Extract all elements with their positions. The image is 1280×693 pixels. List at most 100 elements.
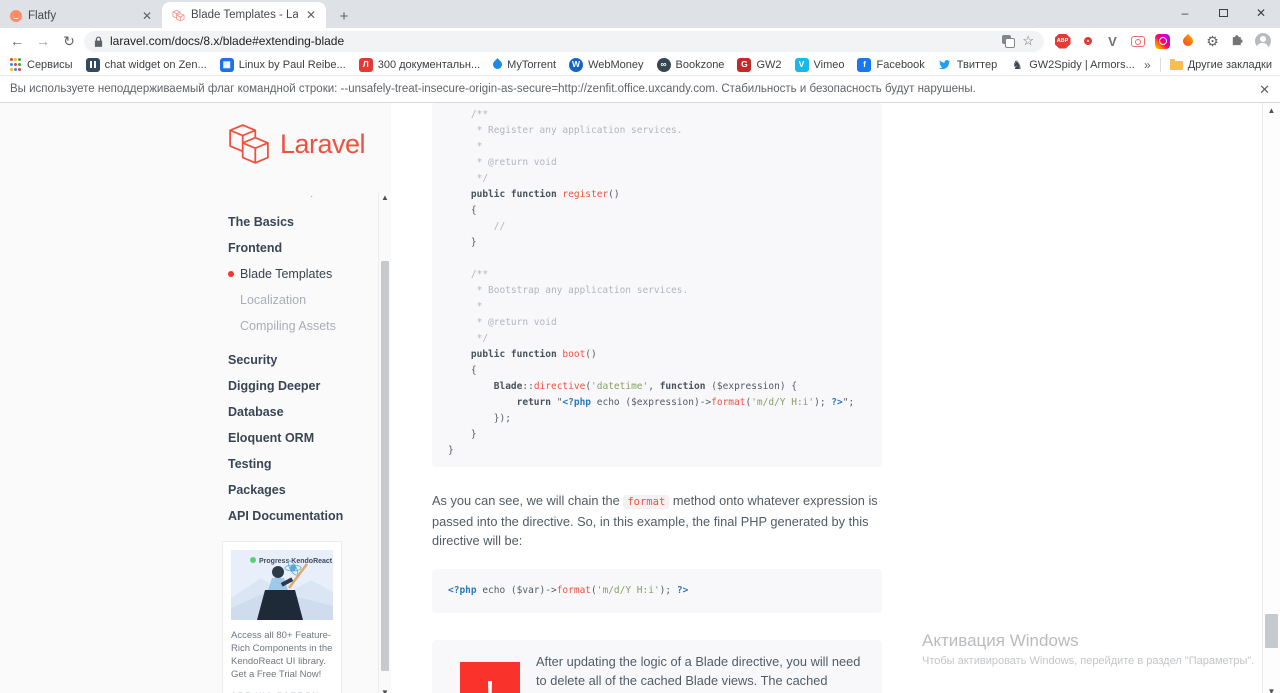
paragraph: As you can see, we will chain the format…: [432, 493, 878, 548]
bookmark-item-vimeo[interactable]: V Vimeo: [794, 57, 844, 72]
forward-button[interactable]: →: [32, 30, 54, 52]
services-favicon-icon: [8, 58, 22, 72]
bookmark-label: Facebook: [876, 58, 925, 71]
opera-extension-icon[interactable]: [1079, 33, 1096, 50]
code-line: Blade::directive('datetime', function ($…: [493, 381, 797, 392]
code-line: public function boot(): [470, 349, 597, 360]
twitter-favicon-icon: [938, 58, 952, 72]
back-button[interactable]: ←: [6, 30, 28, 52]
sidebar-item-compiling-assets[interactable]: Compiling Assets: [228, 313, 378, 339]
bookmark-item-bookzone[interactable]: ∞ Bookzone: [656, 57, 724, 72]
adblock-extension-icon[interactable]: ABP: [1054, 33, 1071, 50]
scroll-down-icon[interactable]: ▼: [379, 688, 391, 693]
translate-icon[interactable]: [1002, 34, 1016, 48]
code-line: }: [448, 429, 477, 440]
laravel-logo[interactable]: Laravel: [228, 123, 366, 166]
page-scrollbar[interactable]: ▲ ▼: [1262, 103, 1280, 693]
code-line: }: [448, 445, 454, 456]
bookmark-item-gw2spidy[interactable]: ♞ GW2Spidy | Armors...: [1010, 58, 1135, 72]
watermark-subtitle: Чтобы активировать Windows, перейдите в …: [922, 655, 1255, 667]
scrollbar-thumb[interactable]: [381, 261, 389, 671]
tab-close-icon[interactable]: ✕: [140, 9, 154, 23]
sidebar-item-the-basics[interactable]: The Basics: [228, 209, 378, 235]
code-line: /**: [448, 269, 489, 280]
exclamation-icon: !: [460, 662, 520, 693]
vpn-extension-icon[interactable]: V: [1104, 33, 1121, 50]
bookmark-item-docs-300[interactable]: Л 300 документальн...: [358, 57, 481, 72]
camera-extension-icon[interactable]: [1129, 33, 1146, 50]
other-bookmarks-folder[interactable]: Другие закладки: [1169, 59, 1272, 71]
sidebar-item-blade-templates[interactable]: Blade Templates: [228, 261, 378, 287]
linux-favicon-icon: ▦: [219, 57, 234, 72]
page-viewport: Laravel · The Basics Frontend Blade Templa…: [0, 103, 1280, 693]
sidebar-item-security[interactable]: Security: [228, 347, 378, 373]
tab-close-icon[interactable]: ✕: [304, 8, 318, 22]
bookmark-label: GW2Spidy | Armors...: [1029, 58, 1135, 71]
tab-blade-templates[interactable]: Blade Templates - Laravel - The P ✕: [162, 2, 326, 28]
bookmark-item-gw2[interactable]: G GW2: [737, 57, 782, 72]
carbon-ad[interactable]: Progress KendoReact Access all 80+ Featu…: [222, 541, 342, 693]
bookmark-item-services[interactable]: Сервисы: [8, 58, 73, 72]
code-line: /**: [448, 109, 489, 120]
main-content: /** * Register any application services.…: [432, 103, 882, 693]
bookmark-star-icon[interactable]: ☆: [1022, 33, 1034, 49]
url-input[interactable]: laravel.com/docs/8.x/blade#extending-bla…: [84, 30, 1044, 52]
sidebar-item-digging-deeper[interactable]: Digging Deeper: [228, 373, 378, 399]
code-block-result: <?php echo ($var)->format('m/d/Y H:i'); …: [432, 569, 882, 613]
sidebar-item-database[interactable]: Database: [228, 399, 378, 425]
maximize-button[interactable]: [1204, 0, 1242, 26]
scroll-down-icon[interactable]: ▼: [1263, 687, 1280, 693]
sidebar-item-api-documentation[interactable]: API Documentation: [228, 503, 378, 529]
bookmark-item-facebook[interactable]: f Facebook: [857, 57, 925, 72]
scroll-up-icon[interactable]: ▲: [1263, 106, 1280, 115]
flame-extension-icon[interactable]: [1179, 33, 1196, 50]
sidebar-item-eloquent-orm[interactable]: Eloquent ORM: [228, 425, 378, 451]
laravel-favicon-icon: [172, 9, 185, 22]
scrollbar-thumb[interactable]: [1265, 614, 1278, 648]
bookmark-item-mytorrent[interactable]: MyTorrent: [491, 58, 556, 71]
bookmarks-right: » Другие закладки: [1144, 57, 1272, 72]
folder-icon: [1169, 59, 1183, 70]
bookmark-label: GW2: [756, 58, 782, 71]
flag-warning-text: Вы используете неподдерживаемый флаг ком…: [10, 83, 976, 95]
warning-callout: ! After updating the logic of a Blade di…: [432, 640, 882, 693]
instagram-extension-icon[interactable]: [1154, 33, 1171, 50]
tab-strip: Flatfy ✕ Blade Templates - Laravel - The…: [0, 0, 1280, 28]
sidebar-item-frontend[interactable]: Frontend: [228, 235, 378, 261]
new-tab-button[interactable]: +: [332, 4, 356, 28]
sidebar-item-testing[interactable]: Testing: [228, 451, 378, 477]
overflow-chevron-icon[interactable]: »: [1144, 58, 1151, 72]
code-line: * @return void: [448, 157, 557, 168]
bookmark-label: Сервисы: [27, 58, 73, 71]
tab-flatfy[interactable]: Flatfy ✕: [0, 3, 162, 28]
bookmarks-separator: [1159, 57, 1161, 72]
code-line: <?php echo ($var)->format('m/d/Y H:i'); …: [448, 585, 689, 596]
sidebar-item-localization[interactable]: Localization: [228, 287, 378, 313]
refresh-button[interactable]: ↻: [58, 30, 80, 52]
bookmark-item-chat-widget[interactable]: chat widget on Zen...: [85, 57, 207, 72]
code-line: }: [448, 237, 477, 248]
bookmark-items: Сервисы chat widget on Zen... ▦ Linux by Pa…: [8, 57, 1136, 72]
gear-extension-icon[interactable]: ⚙: [1204, 33, 1221, 50]
code-line: });: [448, 413, 511, 424]
flag-close-icon[interactable]: ✕: [1259, 82, 1270, 98]
scroll-up-icon[interactable]: ▲: [379, 193, 391, 202]
bookmark-item-linux[interactable]: ▦ Linux by Paul Reibe...: [219, 57, 346, 72]
sidebar-scrollbar[interactable]: ▲ ▼: [378, 191, 391, 693]
warning-text: After updating the logic of a Blade dire…: [536, 654, 861, 693]
extensions-puzzle-extension-icon[interactable]: [1229, 33, 1246, 50]
bookmark-label: 300 документальн...: [377, 58, 481, 71]
close-button[interactable]: ✕: [1242, 0, 1280, 26]
laravel-wordmark: Laravel: [280, 129, 366, 159]
minimize-button[interactable]: –: [1166, 0, 1204, 26]
code-line: */: [448, 173, 489, 184]
sidebar-item-packages[interactable]: Packages: [228, 477, 378, 503]
bookmark-item-webmoney[interactable]: W WebMoney: [569, 57, 644, 72]
bookmark-item-twitter[interactable]: Твиттер: [938, 58, 997, 72]
mytorrent-favicon-icon: [491, 58, 505, 71]
version-selector-edge: ·: [310, 191, 314, 202]
ad-image: Progress KendoReact: [231, 550, 333, 620]
gw2spidy-favicon-icon: ♞: [1011, 57, 1023, 72]
profile-avatar-extension-icon[interactable]: [1254, 33, 1271, 50]
